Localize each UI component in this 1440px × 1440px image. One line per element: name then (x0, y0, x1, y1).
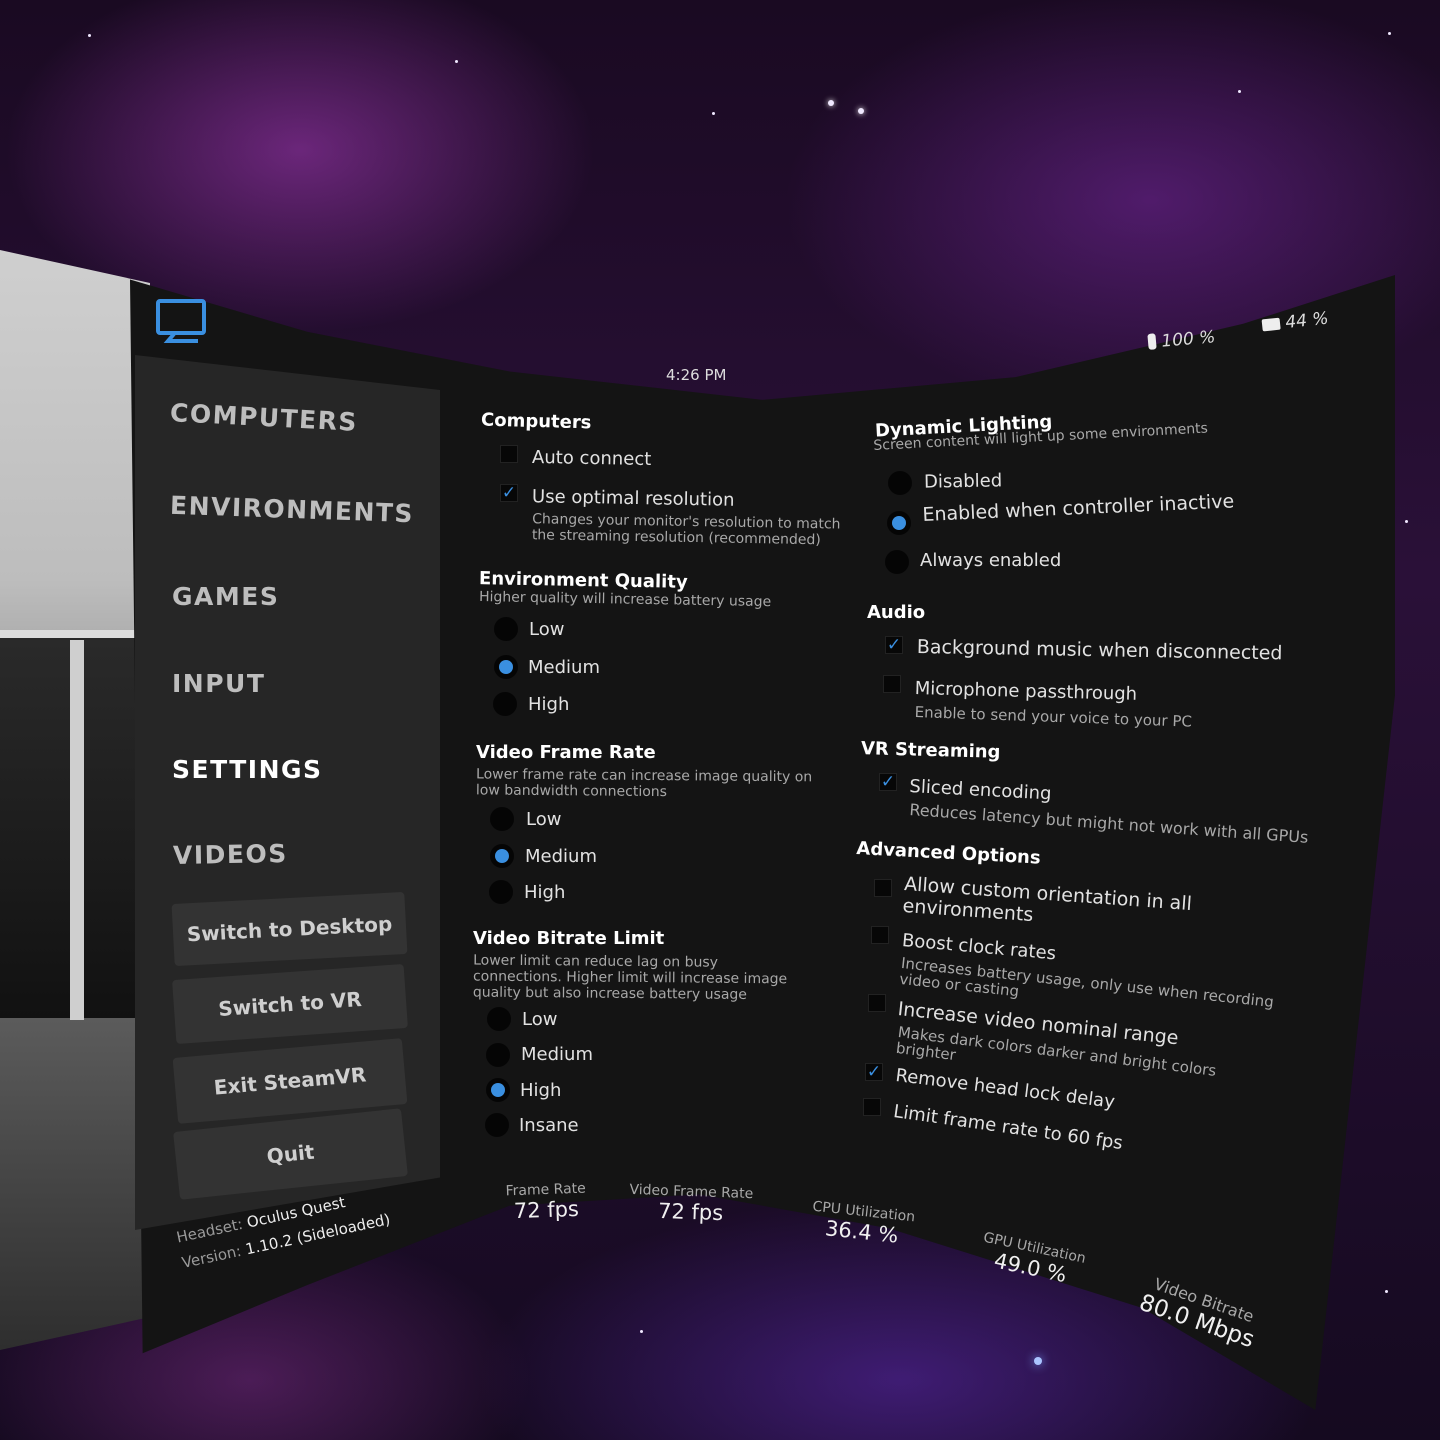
star (1238, 90, 1241, 93)
nav-input[interactable]: INPUT (172, 669, 265, 698)
monitor-logo-icon (156, 298, 208, 348)
frame-rate-high-radio[interactable] (489, 880, 513, 904)
video-frame-rate-desc: Lower frame rate can increase image qual… (475, 766, 813, 801)
video-frame-rate-heading: Video Frame Rate (476, 742, 656, 763)
frame-rate-high-label: High (524, 882, 566, 903)
optimal-resolution-desc: Changes your monitor's resolution to mat… (531, 511, 841, 549)
lighting-disabled-label: Disabled (923, 470, 1003, 493)
sliced-encoding-checkbox[interactable]: ✓ (879, 773, 897, 791)
star (712, 112, 715, 115)
stat-video-frame-rate-value: 72 fps (657, 1198, 724, 1226)
frame-rate-low-label: Low (526, 809, 562, 830)
nav-settings[interactable]: SETTINGS (172, 755, 323, 784)
star (455, 60, 458, 63)
env-quality-high-radio[interactable] (493, 692, 517, 716)
mic-passthrough-checkbox[interactable] (883, 675, 901, 693)
video-bitrate-desc: Lower limit can reduce lag on busy conne… (472, 952, 788, 1003)
auto-connect-checkbox[interactable] (500, 445, 518, 463)
optimal-resolution-label: Use optimal resolution (531, 486, 735, 511)
boost-clock-checkbox[interactable] (871, 926, 889, 944)
env-quality-medium-radio[interactable] (494, 655, 518, 679)
lighting-always-label: Always enabled (920, 550, 1062, 571)
lighting-always-radio[interactable] (885, 550, 909, 574)
bitrate-insane-label: Insane (519, 1115, 579, 1136)
stat-frame-rate: Frame Rate 72 fps (505, 1181, 587, 1224)
env-quality-low-label: Low (529, 619, 565, 640)
headset-icon (1261, 317, 1281, 332)
lighting-disabled-radio[interactable] (888, 471, 912, 495)
nav-games[interactable]: GAMES (172, 582, 279, 611)
room-window-frame (70, 640, 84, 1020)
custom-orientation-checkbox[interactable] (874, 879, 892, 897)
controller-icon (1147, 333, 1157, 350)
star (88, 34, 91, 37)
lighting-controller-inactive-radio[interactable] (887, 511, 911, 535)
bitrate-high-radio[interactable] (486, 1078, 510, 1102)
star (1388, 32, 1391, 35)
star (858, 108, 864, 114)
stat-video-frame-rate: Video Frame Rate 72 fps (628, 1182, 753, 1226)
stat-frame-rate-value: 72 fps (513, 1196, 580, 1224)
star (640, 1330, 643, 1333)
computers-heading: Computers (480, 409, 592, 434)
optimal-resolution-checkbox[interactable]: ✓ (500, 484, 518, 502)
head-lock-checkbox[interactable]: ✓ (865, 1063, 883, 1081)
clock: 4:26 PM (666, 366, 727, 384)
frame-rate-medium-radio[interactable] (490, 844, 514, 868)
limit-60-checkbox[interactable] (863, 1098, 881, 1116)
switch-to-desktop-button[interactable]: Switch to Desktop (171, 891, 408, 967)
bitrate-insane-radio[interactable] (485, 1113, 509, 1137)
env-quality-low-radio[interactable] (494, 617, 518, 641)
auto-connect-label: Auto connect (531, 446, 652, 471)
audio-heading: Audio (867, 602, 926, 623)
video-range-checkbox[interactable] (868, 994, 886, 1012)
background-music-checkbox[interactable]: ✓ (885, 636, 903, 654)
passthrough-room (0, 250, 150, 1350)
env-quality-high-label: High (528, 694, 570, 715)
frame-rate-low-radio[interactable] (490, 807, 514, 831)
video-bitrate-heading: Video Bitrate Limit (473, 928, 665, 949)
bitrate-medium-label: Medium (521, 1044, 593, 1065)
bitrate-low-label: Low (522, 1009, 558, 1030)
star (1405, 520, 1408, 523)
nav-videos[interactable]: VIDEOS (173, 839, 288, 870)
star (828, 100, 834, 106)
bitrate-medium-radio[interactable] (486, 1043, 510, 1067)
bitrate-high-label: High (520, 1080, 562, 1101)
bitrate-low-radio[interactable] (487, 1007, 511, 1031)
vr-streaming-heading: VR Streaming (860, 738, 1001, 763)
star (1385, 1290, 1388, 1293)
env-quality-medium-label: Medium (528, 657, 600, 678)
frame-rate-medium-label: Medium (525, 846, 597, 867)
star (1034, 1357, 1042, 1365)
